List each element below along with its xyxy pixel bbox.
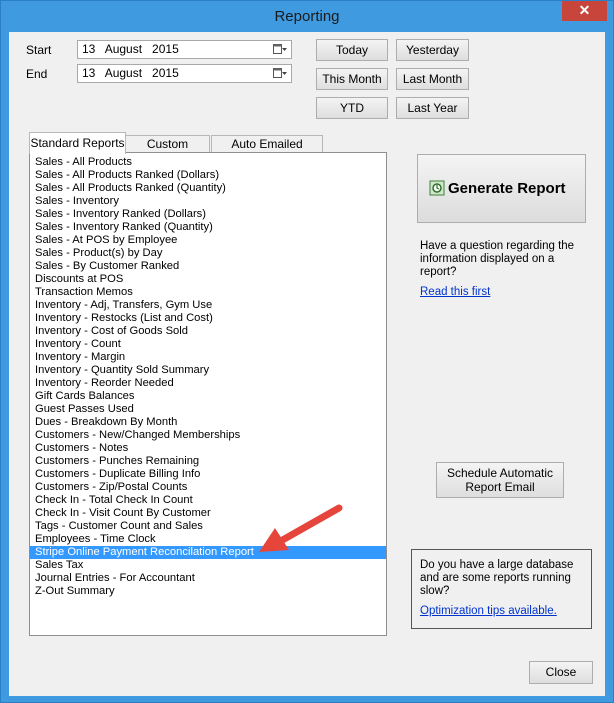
report-list-item[interactable]: Sales Tax bbox=[30, 559, 386, 572]
report-list-item[interactable]: Inventory - Reorder Needed bbox=[30, 377, 386, 390]
optimization-tips-link[interactable]: Optimization tips available. bbox=[420, 605, 557, 617]
pointer-arrow-icon bbox=[259, 504, 343, 552]
report-list-item[interactable]: Dues - Breakdown By Month bbox=[30, 416, 386, 429]
large-database-text: Do you have a large database and are som… bbox=[420, 559, 574, 597]
window-client-area: Start 13 August 2015 End 13 August 2015 … bbox=[9, 32, 605, 696]
report-list-item[interactable]: Customers - Notes bbox=[30, 442, 386, 455]
report-list-item[interactable]: Sales - Inventory bbox=[30, 195, 386, 208]
report-list-item[interactable]: Sales - All Products bbox=[30, 156, 386, 169]
report-list-item[interactable]: Inventory - Quantity Sold Summary bbox=[30, 364, 386, 377]
report-list-item[interactable]: Sales - Inventory Ranked (Dollars) bbox=[30, 208, 386, 221]
report-list-item[interactable]: Sales - All Products Ranked (Quantity) bbox=[30, 182, 386, 195]
start-date-picker[interactable]: 13 August 2015 bbox=[77, 40, 292, 59]
report-list-item[interactable]: Sales - At POS by Employee bbox=[30, 234, 386, 247]
generate-report-label: Generate Report bbox=[448, 180, 566, 197]
report-list[interactable]: Sales - All Products Sales - All Products… bbox=[29, 152, 387, 636]
report-list-item[interactable]: Inventory - Cost of Goods Sold bbox=[30, 325, 386, 338]
end-label: End bbox=[26, 67, 48, 81]
report-list-item[interactable]: Sales - Product(s) by Day bbox=[30, 247, 386, 260]
schedule-label-line1: Schedule Automatic bbox=[446, 466, 554, 480]
tab-standard-reports[interactable]: Standard Reports bbox=[29, 132, 126, 154]
reporting-window: Reporting ✕ Start 13 August 2015 End 13 … bbox=[0, 0, 614, 703]
this-month-button[interactable]: This Month bbox=[316, 68, 388, 90]
report-list-item[interactable]: Sales - By Customer Ranked bbox=[30, 260, 386, 273]
report-list-item[interactable]: Discounts at POS bbox=[30, 273, 386, 286]
schedule-label-line2: Report Email bbox=[465, 480, 535, 494]
schedule-automatic-report-email-button[interactable]: Schedule Automatic Report Email bbox=[436, 462, 564, 498]
report-list-item[interactable]: Gift Cards Balances bbox=[30, 390, 386, 403]
report-list-item[interactable]: Inventory - Margin bbox=[30, 351, 386, 364]
report-list-item[interactable]: Customers - Duplicate Billing Info bbox=[30, 468, 386, 481]
tab-custom-reports[interactable]: Custom Reports bbox=[125, 135, 210, 167]
report-question-text: Have a question regarding the informatio… bbox=[420, 240, 575, 278]
end-date-value: 13 August 2015 bbox=[82, 66, 179, 80]
last-month-button[interactable]: Last Month bbox=[396, 68, 469, 90]
report-list-item[interactable]: Guest Passes Used bbox=[30, 403, 386, 416]
ytd-button[interactable]: YTD bbox=[316, 97, 388, 119]
start-label: Start bbox=[26, 43, 52, 57]
start-date-value: 13 August 2015 bbox=[82, 42, 179, 56]
optimization-info-box: Do you have a large database and are som… bbox=[411, 549, 592, 629]
report-list-item[interactable]: Customers - New/Changed Memberships bbox=[30, 429, 386, 442]
report-list-item[interactable]: Customers - Zip/Postal Counts bbox=[30, 481, 386, 494]
close-button[interactable]: Close bbox=[529, 661, 593, 684]
last-year-button[interactable]: Last Year bbox=[396, 97, 469, 119]
report-list-item[interactable]: Z-Out Summary bbox=[30, 585, 386, 598]
report-list-item[interactable]: Customers - Punches Remaining bbox=[30, 455, 386, 468]
tab-auto-emailed-reports[interactable]: Auto Emailed Reports bbox=[211, 135, 323, 167]
end-date-picker[interactable]: 13 August 2015 bbox=[77, 64, 292, 83]
report-list-item[interactable]: Inventory - Count bbox=[30, 338, 386, 351]
report-list-item[interactable]: Sales - Inventory Ranked (Quantity) bbox=[30, 221, 386, 234]
generate-report-button[interactable]: Generate Report bbox=[417, 154, 586, 223]
window-close-icon[interactable]: ✕ bbox=[562, 1, 607, 21]
report-list-item[interactable]: Inventory - Restocks (List and Cost) bbox=[30, 312, 386, 325]
calendar-dropdown-icon[interactable] bbox=[273, 67, 287, 80]
calendar-dropdown-icon[interactable] bbox=[273, 43, 287, 56]
report-list-item[interactable]: Transaction Memos bbox=[30, 286, 386, 299]
report-list-item[interactable]: Sales - All Products Ranked (Dollars) bbox=[30, 169, 386, 182]
today-button[interactable]: Today bbox=[316, 39, 388, 61]
report-generate-icon bbox=[429, 180, 445, 196]
read-this-first-link[interactable]: Read this first bbox=[420, 286, 490, 298]
window-title: Reporting bbox=[274, 8, 340, 25]
report-list-item[interactable]: Inventory - Adj, Transfers, Gym Use bbox=[30, 299, 386, 312]
report-list-item[interactable]: Journal Entries - For Accountant bbox=[30, 572, 386, 585]
yesterday-button[interactable]: Yesterday bbox=[396, 39, 469, 61]
